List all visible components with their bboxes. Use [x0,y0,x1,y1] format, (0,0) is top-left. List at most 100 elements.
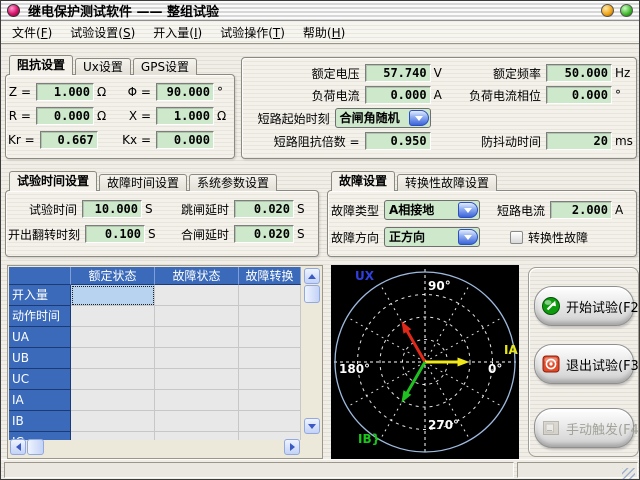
table-cell[interactable] [239,390,301,411]
short-circuit-start-label: 短路起始时刻 [244,110,335,127]
table-cell[interactable] [71,327,155,348]
tab-time-0[interactable]: 试验时间设置 [9,171,97,191]
plot-label-a180: 180° [339,362,370,376]
time-group-2: 开出翻转时刻0.100S [8,225,160,243]
table-col-header-2: 故障转换 [239,267,301,285]
impedance-unit-1: ° [214,85,232,99]
tab-time-1[interactable]: 故障时间设置 [99,174,187,191]
window-minimize-button[interactable] [601,4,614,17]
impedance-field-0[interactable]: 1.000 [36,83,94,101]
table-cell[interactable] [71,369,155,390]
action-button-0[interactable]: 开始试验(F2) [534,286,634,326]
plot-label-a0: 0° [488,362,502,376]
table-cell[interactable] [239,327,301,348]
chevron-down-icon[interactable] [409,110,429,126]
table-row-label-5: IA [9,390,71,411]
menu-item-3[interactable]: 试验操作(T) [211,22,294,43]
tab-impedance-0[interactable]: 阻抗设置 [9,55,73,75]
time-unit-3: S [294,227,312,241]
impedance-field-5[interactable]: 0.000 [156,131,214,149]
impedance-group-4: Kr =0.667 [8,131,112,149]
action-button-2[interactable]: 手动触发(F4) [534,408,634,448]
table-row-label-6: IB [9,411,71,432]
time-field-3[interactable]: 0.020 [234,225,294,243]
table-cell[interactable] [155,348,239,369]
table-cell[interactable] [71,348,155,369]
tab-impedance-2[interactable]: GPS设置 [133,58,197,75]
scroll-down-button[interactable] [304,418,320,434]
horizontal-scroll-thumb[interactable] [27,439,44,455]
menu-item-0[interactable]: 文件(F) [3,22,61,43]
impedance-unit-0: Ω [94,85,112,99]
impedance-field-3[interactable]: 1.000 [156,107,214,125]
scroll-up-button[interactable] [304,268,320,284]
convert-fault-checkbox[interactable] [510,231,523,244]
impedance-group-0: Z =1.000Ω [8,83,112,101]
table-row-label-3: UB [9,348,71,369]
vertical-scroll-thumb[interactable] [304,285,320,303]
impedance-label-1: Φ = [112,85,156,99]
table-cell[interactable] [239,411,301,432]
fault-direction-dropdown[interactable]: 正方向 [384,227,480,247]
menu-item-4[interactable]: 帮助(H) [294,22,354,43]
menu-item-1[interactable]: 试验设置(S) [61,22,144,43]
window-title: 继电保护测试软件 —— 整组试验 [28,1,219,20]
status-right [517,462,638,478]
table-cell[interactable] [155,327,239,348]
table-cell[interactable] [155,411,239,432]
table-cell[interactable] [71,411,155,432]
action-button-group: 开始试验(F2) 退出试验(F3) 手动触发(F4) [528,267,639,457]
sc-current-field[interactable]: 2.000 [550,201,612,219]
sc-multiple-field[interactable]: 0.950 [365,132,431,150]
scroll-right-button[interactable] [284,439,300,455]
plot-label-right: IA [504,343,518,357]
load-current-field[interactable]: 0.000 [365,86,431,104]
table-cell[interactable] [71,390,155,411]
tab-fault-1[interactable]: 转换性故障设置 [397,174,497,191]
table-cell[interactable] [155,306,239,327]
chevron-down-icon[interactable] [458,229,478,245]
status-bar [1,459,639,479]
impedance-label-0: Z = [8,85,36,99]
table-cell[interactable] [155,369,239,390]
table-cell[interactable] [239,369,301,390]
time-field-2[interactable]: 0.100 [85,225,145,243]
load-phase-field[interactable]: 0.000 [546,86,612,104]
table-cell[interactable] [71,432,155,440]
action-button-1[interactable]: 退出试验(F3) [534,344,634,384]
scroll-left-button[interactable] [10,439,26,455]
chevron-down-icon[interactable] [458,202,478,218]
table-cell[interactable] [239,285,301,306]
table-cell[interactable] [155,390,239,411]
menu-item-2[interactable]: 开入量(I) [144,22,211,43]
impedance-field-4[interactable]: 0.667 [40,131,98,149]
table-cell[interactable] [71,306,155,327]
rated-freq-label: 额定频率 [449,65,546,82]
debounce-field[interactable]: 20 [546,132,612,150]
time-field-1[interactable]: 0.020 [234,200,294,218]
impedance-field-1[interactable]: 90.000 [156,83,214,101]
load-current-unit: A [431,88,449,102]
time-group-0: 试验时间10.000S [8,200,160,218]
window-close-button[interactable] [620,4,633,17]
short-circuit-start-dropdown[interactable]: 合闸角随机 [335,108,431,128]
impedance-tabbar: 阻抗设置Ux设置GPS设置 [9,55,197,75]
rated-voltage-field[interactable]: 57.740 [365,64,431,82]
io-table: 额定状态故障状态故障转换开入量动作时间UAUBUCIAIBIC [9,267,301,440]
rated-voltage-label: 额定电压 [244,65,365,82]
table-cell[interactable] [239,306,301,327]
tab-impedance-1[interactable]: Ux设置 [75,58,131,75]
table-cell[interactable] [155,432,239,440]
rated-freq-field[interactable]: 50.000 [546,64,612,82]
time-field-0[interactable]: 10.000 [82,200,142,218]
fault-type-dropdown[interactable]: A相接地 [384,200,480,220]
time-unit-1: S [294,202,312,216]
resize-grip[interactable] [622,468,635,480]
tab-time-2[interactable]: 系统参数设置 [189,174,277,191]
table-cell[interactable] [155,285,239,306]
table-cell[interactable] [239,348,301,369]
table-cell-selected[interactable] [71,285,155,306]
impedance-field-2[interactable]: 0.000 [36,107,94,125]
plot-label-a90: 90° [428,279,451,293]
tab-fault-0[interactable]: 故障设置 [331,171,395,191]
